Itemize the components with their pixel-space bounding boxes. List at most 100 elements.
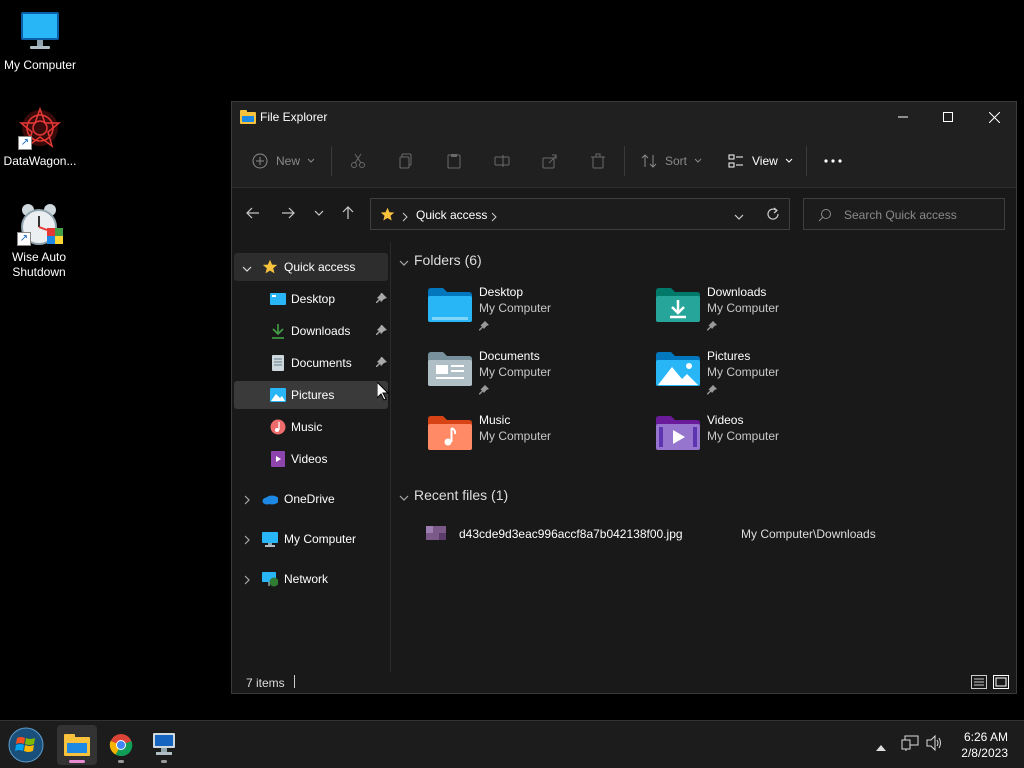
window-title: File Explorer <box>260 110 328 124</box>
folder-tile-documents[interactable]: Documents My Computer <box>428 349 648 409</box>
running-indicator <box>161 760 167 763</box>
monitor-icon <box>18 10 62 54</box>
show-hidden-icons-button[interactable] <box>876 739 886 757</box>
paste-button[interactable] <box>446 150 462 172</box>
rename-button[interactable] <box>494 150 510 172</box>
chevron-up-icon <box>876 745 886 751</box>
scissors-icon <box>351 153 365 168</box>
video-icon <box>270 451 286 467</box>
desktop-icon-label: My Computer <box>3 58 77 72</box>
sidebar-item-onedrive[interactable]: OneDrive <box>234 485 388 513</box>
folder-tile-music[interactable]: Music My Computer <box>428 413 648 473</box>
item-count: 7 items <box>246 676 285 690</box>
search-box[interactable]: Search Quick access <box>803 198 1005 230</box>
breadcrumb-quick-access[interactable]: Quick access <box>416 208 487 222</box>
desktop-icon-datawagon[interactable]: ↗ DataWagon... <box>0 106 80 169</box>
view-button[interactable]: View <box>728 150 794 172</box>
refresh-button[interactable] <box>766 207 780 226</box>
monitor-icon <box>262 531 278 547</box>
network-tray-icon[interactable] <box>901 735 919 756</box>
sidebar-item-my-computer[interactable]: My Computer <box>234 525 388 553</box>
title-bar[interactable]: File Explorer <box>232 102 1016 132</box>
sidebar-item-downloads[interactable]: Downloads <box>234 317 388 345</box>
up-button[interactable] <box>338 203 358 223</box>
chevron-down-icon <box>307 158 315 163</box>
new-button[interactable]: New <box>252 150 316 172</box>
sidebar-item-network[interactable]: Network <box>234 565 388 593</box>
folder-location: My Computer <box>479 365 552 379</box>
minimize-button[interactable] <box>880 102 926 132</box>
recent-files-section-header[interactable]: Recent files (1) <box>399 487 508 503</box>
file-explorer-icon <box>240 110 256 129</box>
chevron-down-icon <box>399 490 409 506</box>
trash-icon <box>591 153 605 169</box>
recent-locations-button[interactable] <box>309 203 329 223</box>
chevron-right-icon <box>244 574 250 588</box>
active-indicator <box>69 760 85 763</box>
more-options-button[interactable] <box>824 150 842 172</box>
sidebar-item-documents[interactable]: Documents <box>234 349 388 377</box>
start-button[interactable] <box>6 725 46 765</box>
taskbar-file-explorer[interactable] <box>57 725 97 765</box>
sidebar-item-videos[interactable]: Videos <box>234 445 388 473</box>
folder-location: My Computer <box>479 301 552 315</box>
arrow-right-icon <box>282 207 295 219</box>
chevron-down-icon <box>694 158 702 163</box>
network-monitor-icon <box>153 733 175 755</box>
cut-button[interactable] <box>350 150 366 172</box>
recent-file-row[interactable]: d43cde9d3eac996accf8a7b042138f00.jpg My … <box>426 526 986 544</box>
view-label: View <box>752 154 778 168</box>
pin-icon <box>376 325 387 339</box>
folder-tile-desktop[interactable]: Desktop My Computer <box>428 285 648 345</box>
back-button[interactable] <box>243 203 263 223</box>
more-horizontal-icon <box>824 159 842 163</box>
desktop-icon-wise-auto-shutdown[interactable]: ↗ Wise Auto Shutdown <box>0 202 78 280</box>
search-input[interactable]: Search Quick access <box>844 208 957 222</box>
large-icons-view-button[interactable] <box>993 675 1009 692</box>
address-bar[interactable]: Quick access <box>370 198 790 230</box>
taskbar-network-app[interactable] <box>144 725 184 765</box>
clock[interactable]: 6:26 AM 2/8/2023 <box>961 729 1008 761</box>
downloads-folder-icon <box>656 287 700 327</box>
sidebar-item-quick-access[interactable]: Quick access <box>234 253 388 281</box>
chrome-icon <box>109 734 133 757</box>
folders-section-header[interactable]: Folders (6) <box>399 252 482 268</box>
taskbar-chrome[interactable] <box>101 725 141 765</box>
recent-file-path: My Computer\Downloads <box>741 527 876 541</box>
videos-folder-icon <box>656 415 700 455</box>
delete-button[interactable] <box>590 150 606 172</box>
close-button[interactable] <box>971 102 1017 132</box>
sort-button[interactable]: Sort <box>641 150 703 172</box>
sidebar-item-pictures[interactable]: Pictures <box>234 381 388 409</box>
pin-icon <box>707 318 717 336</box>
chevron-down-icon <box>399 255 409 271</box>
documents-folder-icon <box>428 351 472 391</box>
music-folder-icon <box>428 415 472 455</box>
pin-icon <box>707 382 717 400</box>
arrow-left-icon <box>246 207 259 219</box>
view-list-icon <box>728 154 743 168</box>
sidebar-item-desktop[interactable]: Desktop <box>234 285 388 313</box>
folder-location: My Computer <box>707 365 780 379</box>
copy-button[interactable] <box>398 150 414 172</box>
address-dropdown-button[interactable] <box>734 209 744 227</box>
download-arrow-icon <box>270 323 286 339</box>
desktop-icon-my-computer[interactable]: My Computer <box>0 10 80 73</box>
copy-icon <box>399 153 412 169</box>
folder-name: Downloads <box>707 285 767 299</box>
folder-tile-pictures[interactable]: Pictures My Computer <box>656 349 876 409</box>
share-button[interactable] <box>542 150 558 172</box>
recent-file-name: d43cde9d3eac996accf8a7b042138f00.jpg <box>459 527 683 541</box>
folder-location: My Computer <box>707 429 780 443</box>
details-view-button[interactable] <box>971 675 987 692</box>
clock-time: 6:26 AM <box>963 730 1008 744</box>
forward-button[interactable] <box>278 203 298 223</box>
folder-tile-downloads[interactable]: Downloads My Computer <box>656 285 876 345</box>
folder-name: Videos <box>707 413 744 427</box>
chevron-down-icon <box>734 214 744 220</box>
pane-splitter[interactable] <box>390 242 391 672</box>
maximize-button[interactable] <box>925 102 971 132</box>
volume-tray-icon[interactable] <box>926 734 944 756</box>
sidebar-item-music[interactable]: Music <box>234 413 388 441</box>
folder-tile-videos[interactable]: Videos My Computer <box>656 413 876 473</box>
